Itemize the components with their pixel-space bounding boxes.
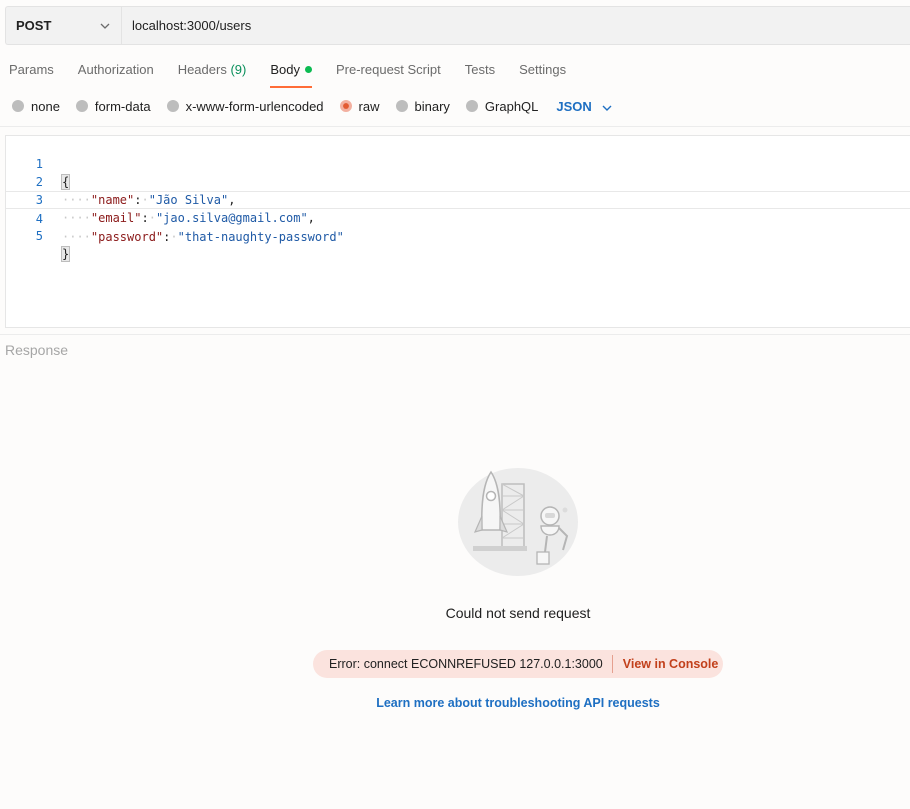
body-indicator-dot [304, 66, 312, 73]
code-line: 2 ····"name":·"Jão Silva", [6, 155, 910, 207]
learn-more-link[interactable]: Learn more about troubleshooting API req… [0, 696, 910, 710]
body-type-binary[interactable]: binary [395, 98, 450, 114]
chevron-down-icon [99, 20, 111, 32]
code-line: 5 } [6, 209, 910, 262]
method-label: POST [16, 18, 52, 33]
json-value: "that-naughty-password" [177, 230, 344, 244]
line-number: 5 [35, 229, 43, 243]
body-type-binary-label: binary [414, 98, 450, 114]
tab-pre-request-script-label: Pre-request Script [335, 62, 441, 77]
tab-pre-request-script[interactable]: Pre-request Script [336, 60, 441, 86]
request-url-bar: POST localhost:3000/users [5, 6, 910, 45]
code-line: 1 { [6, 137, 910, 190]
headers-count-badge: (9) [230, 62, 247, 77]
tab-params[interactable]: Params [9, 60, 54, 86]
body-type-form-data-label: form-data [94, 98, 151, 114]
tab-body[interactable]: Body [270, 60, 312, 88]
code-text: ····"password":·"that-naughty-password" [62, 230, 344, 244]
tab-headers[interactable]: Headers (9) [178, 60, 247, 86]
tab-settings[interactable]: Settings [519, 60, 566, 86]
divider [0, 126, 910, 127]
tab-body-label: Body [270, 62, 300, 77]
chevron-down-icon [602, 99, 612, 114]
body-code-editor[interactable]: 1 { 2 ····"name":·"Jão Silva", 3 ····"em… [5, 135, 910, 328]
tab-tests-label: Tests [464, 62, 496, 77]
tab-authorization-label: Authorization [77, 62, 154, 77]
tab-headers-label: Headers [177, 62, 227, 77]
error-message-title: Could not send request [445, 605, 591, 621]
json-key: "password" [90, 230, 164, 244]
body-type-graphql-label: GraphQL [484, 98, 539, 114]
body-type-urlencoded[interactable]: x-www-form-urlencoded [166, 98, 324, 114]
divider [0, 334, 910, 335]
radio-icon [166, 100, 179, 112]
body-type-raw-label: raw [358, 98, 380, 114]
tab-settings-label: Settings [519, 62, 567, 77]
body-type-raw[interactable]: raw [339, 98, 380, 114]
view-in-console-link[interactable]: View in Console [623, 657, 719, 671]
url-text: localhost:3000/users [132, 18, 252, 33]
radio-selected-icon [339, 100, 352, 112]
radio-icon [465, 100, 478, 112]
body-type-none-label: none [31, 98, 60, 114]
rocket-astronaut-illustration-icon [455, 466, 581, 578]
request-tabs: Params Authorization Headers (9) Body Pr… [9, 60, 590, 88]
tab-authorization[interactable]: Authorization [78, 60, 154, 86]
code-text: } [60, 245, 71, 263]
language-select[interactable]: JSON [556, 98, 612, 114]
close-brace: } [60, 246, 71, 262]
response-label: Response [5, 342, 69, 358]
method-select[interactable]: POST [6, 7, 122, 44]
language-label: JSON [556, 98, 592, 114]
url-input[interactable]: localhost:3000/users [122, 7, 910, 44]
body-type-graphql[interactable]: GraphQL [465, 98, 539, 114]
divider [611, 655, 613, 673]
error-text: Error: connect ECONNREFUSED 127.0.0.1:30… [329, 657, 603, 671]
code-line: 3 ····"email":·"jao.silva@gmail.com", [6, 173, 910, 225]
error-pill: Error: connect ECONNREFUSED 127.0.0.1:30… [313, 650, 723, 678]
code-line-current: 4 ····"password":·"that-naughty-password… [6, 191, 910, 244]
body-type-form-data[interactable]: form-data [75, 98, 151, 114]
body-type-options: none form-data x-www-form-urlencoded raw… [12, 95, 612, 117]
radio-icon [395, 100, 408, 112]
body-type-urlencoded-label: x-www-form-urlencoded [185, 98, 324, 114]
tab-tests[interactable]: Tests [465, 60, 495, 86]
radio-icon [75, 100, 88, 112]
body-type-none[interactable]: none [12, 99, 60, 114]
tab-params-label: Params [9, 62, 54, 77]
radio-icon [12, 100, 24, 112]
